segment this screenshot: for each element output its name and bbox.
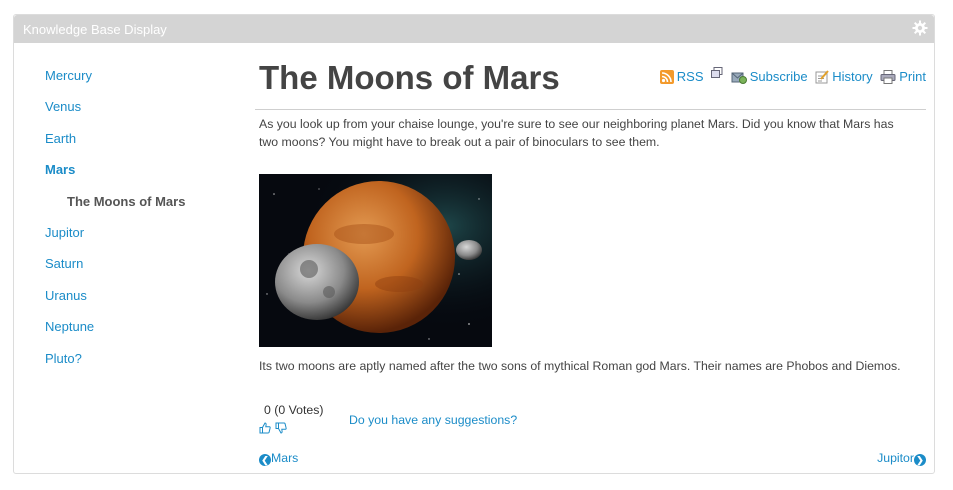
rss-icon[interactable] [659,70,674,84]
article-tools: RSS Subscribe History Print [656,67,926,84]
next-article-label: Jupitor [877,451,914,465]
print-icon[interactable] [880,70,896,84]
nav-item-jupitor: Jupitor [45,224,235,255]
next-article-link[interactable]: Jupitor ❯ [877,451,926,466]
nav-current-page: The Moons of Mars [67,193,186,209]
moons-paragraph: Its two moons are aptly named after the … [259,359,901,373]
previous-article-link[interactable]: ❮ Mars [259,451,298,466]
nav-link-earth[interactable]: Earth [45,131,76,146]
nav-item-moons-of-mars: The Moons of Mars [45,193,235,224]
nav-item-saturn: Saturn [45,255,235,286]
feed-popup-icon[interactable] [711,67,723,79]
nav-item-venus: Venus [45,98,235,129]
mars-moons-image [259,174,492,347]
nav-link-mars[interactable]: Mars [45,162,75,177]
title-divider [255,109,926,110]
nav-link-neptune[interactable]: Neptune [45,319,94,334]
portlet-title: Knowledge Base Display [23,22,167,37]
portlet-header: Knowledge Base Display [14,15,934,43]
subscribe-link[interactable]: Subscribe [750,69,808,84]
suggestions-link[interactable]: Do you have any suggestions? [349,413,517,427]
thumbs-down-icon[interactable] [275,422,288,434]
nav-link-mercury[interactable]: Mercury [45,68,92,83]
nav-item-mars: Mars [45,161,235,192]
nav-link-venus[interactable]: Venus [45,99,81,114]
subscribe-icon[interactable] [731,68,747,84]
rss-link[interactable]: RSS [677,69,704,84]
nav-item-uranus: Uranus [45,287,235,318]
rating-thumbs [259,421,288,439]
chevron-right-icon: ❯ [914,454,926,466]
rating-votes: 0 (0 Votes) [264,403,324,417]
gear-icon[interactable] [912,20,928,36]
knowledge-base-portlet: Knowledge Base Display Mercury Venus Ear… [13,14,935,474]
nav-link-pluto[interactable]: Pluto? [45,351,82,366]
chevron-left-icon: ❮ [259,454,271,466]
nav-item-pluto: Pluto? [45,350,235,381]
nav-item-neptune: Neptune [45,318,235,349]
nav-link-uranus[interactable]: Uranus [45,288,87,303]
history-icon[interactable] [815,70,829,84]
intro-paragraph: As you look up from your chaise lounge, … [259,117,894,149]
nav-item-mercury: Mercury [45,67,235,98]
previous-article-label: Mars [271,451,299,465]
article-title: The Moons of Mars [259,59,560,96]
history-link[interactable]: History [832,69,872,84]
nav-link-saturn[interactable]: Saturn [45,256,83,271]
sidebar-nav: Mercury Venus Earth Mars The Moons of Ma… [45,67,235,381]
nav-link-jupitor[interactable]: Jupitor [45,225,84,240]
nav-item-earth: Earth [45,130,235,161]
thumbs-up-icon[interactable] [259,422,271,434]
print-link[interactable]: Print [899,69,926,84]
